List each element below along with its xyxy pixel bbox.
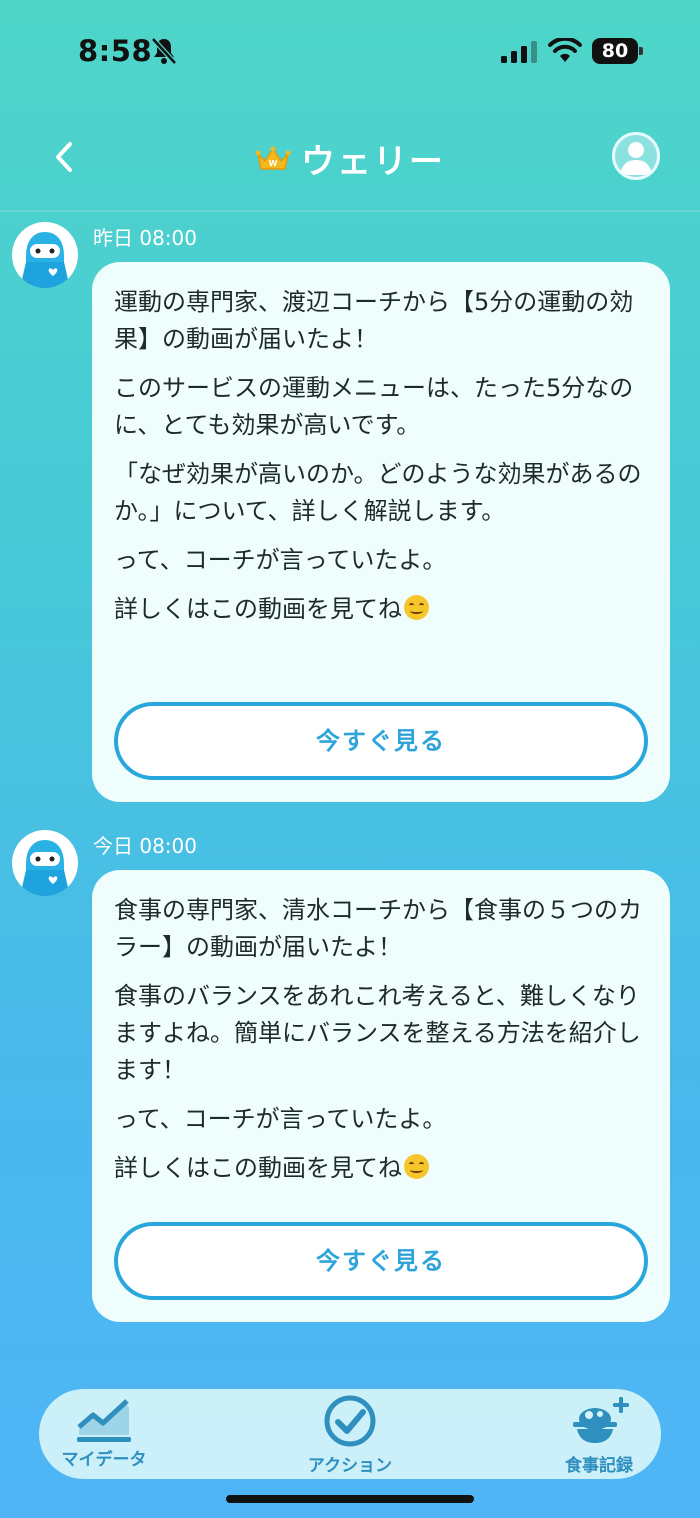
- message-text: 「なぜ効果が高いのか。どのような効果があるのか。」について、詳しく解説します。: [114, 460, 642, 525]
- message-bubble: 食事の専門家、清水コーチから【食事の５つのカラー】の動画が届いたよ！ 食事のバラ…: [92, 870, 670, 1322]
- message-text: 食事のバランスをあれこれ考えると、難しくなりますよね。簡単にバランスを整える方法…: [114, 982, 641, 1084]
- avatar: [12, 830, 78, 896]
- smile-emoji-icon: [404, 595, 429, 620]
- message-text: 詳しくはこの動画を見てね: [114, 1154, 402, 1182]
- nav-item-my-data[interactable]: マイデータ: [49, 1389, 159, 1479]
- battery-level: 80: [592, 38, 638, 64]
- wifi-icon: [548, 38, 582, 62]
- message-text: このサービスの運動メニューは、たった5分なのに、とても効果が高いです。: [114, 374, 634, 439]
- nav-label: マイデータ: [61, 1450, 147, 1470]
- message-text: 詳しくはこの動画を見てね: [114, 595, 402, 623]
- home-indicator: [226, 1495, 474, 1503]
- crown-icon: W: [255, 146, 291, 170]
- message-text: 運動の専門家、渡辺コーチから【5分の運動の効果】の動画が届いたよ！: [114, 288, 634, 353]
- header: W ウェリー: [0, 120, 700, 196]
- signal-icon: [501, 41, 537, 63]
- message-text: って、コーチが言っていたよ。: [114, 546, 447, 574]
- page-title: ウェリー: [301, 142, 445, 182]
- meal-bowl-add-icon: [573, 1397, 629, 1443]
- message-text: って、コーチが言っていたよ。: [114, 1105, 447, 1133]
- message-text-line: 詳しくはこの動画を見てね: [114, 1150, 646, 1187]
- status-time: 8:58: [78, 34, 153, 68]
- mascot-icon: [20, 840, 70, 896]
- mascot-icon: [20, 232, 70, 288]
- message-timestamp: 昨日 08:00: [93, 226, 197, 250]
- check-circle-icon: [324, 1395, 376, 1447]
- watch-now-button[interactable]: 今すぐ見る: [114, 1222, 648, 1300]
- message-bubble: 運動の専門家、渡辺コーチから【5分の運動の効果】の動画が届いたよ！ このサービス…: [92, 262, 670, 802]
- header-title-group: W ウェリー: [0, 134, 700, 183]
- status-bar: 8:58 80: [0, 0, 700, 100]
- profile-button[interactable]: [612, 132, 660, 180]
- nav-label: アクション: [307, 1456, 393, 1476]
- nav-item-meal-log[interactable]: 食事記録: [549, 1389, 649, 1479]
- message-text-line: 詳しくはこの動画を見てね: [114, 591, 646, 628]
- avatar: [12, 222, 78, 288]
- message-timestamp: 今日 08:00: [93, 834, 197, 858]
- chart-line-icon: [77, 1399, 131, 1442]
- nav-label: 食事記録: [565, 1456, 633, 1476]
- header-divider: [0, 210, 700, 212]
- svg-text:W: W: [269, 159, 278, 168]
- battery-icon: 80: [592, 38, 644, 64]
- nav-item-action[interactable]: アクション: [295, 1389, 405, 1479]
- message-text: 食事の専門家、清水コーチから【食事の５つのカラー】の動画が届いたよ！: [114, 896, 642, 961]
- bottom-nav: マイデータ アクション 食事記録: [39, 1389, 661, 1479]
- watch-now-button[interactable]: 今すぐ見る: [114, 702, 648, 780]
- smile-emoji-icon: [404, 1154, 429, 1179]
- bell-muted-icon: [151, 37, 177, 65]
- profile-icon: [620, 142, 652, 175]
